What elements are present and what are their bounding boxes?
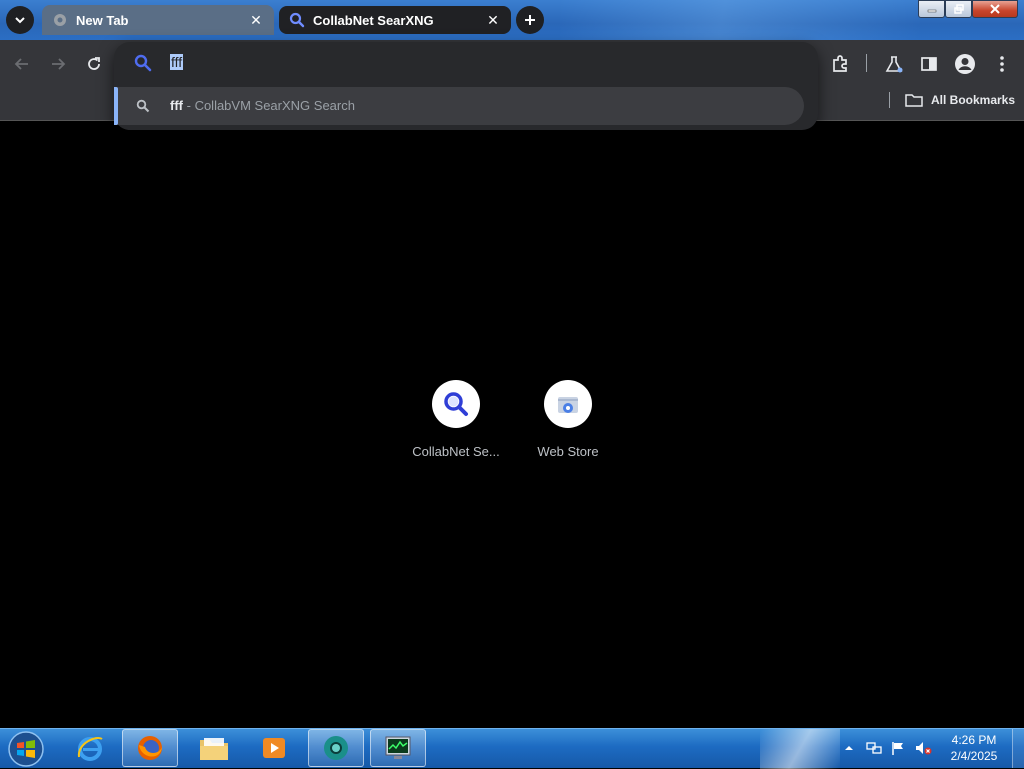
menu-button[interactable] bbox=[988, 50, 1016, 78]
tab-new-tab[interactable]: New Tab ✕ bbox=[42, 5, 274, 35]
omnibox-suggestion[interactable]: fff - CollabVM SearXNG Search bbox=[114, 87, 804, 125]
tray-volume[interactable] bbox=[914, 732, 932, 764]
chromium-icon bbox=[324, 736, 348, 760]
bookmarks-separator bbox=[889, 92, 890, 108]
chevron-up-icon bbox=[845, 746, 853, 750]
flask-icon bbox=[885, 56, 903, 73]
search-icon bbox=[289, 12, 305, 28]
taskbar-internet-explorer[interactable] bbox=[62, 729, 118, 767]
windows-logo-icon bbox=[8, 731, 44, 767]
reload-button[interactable] bbox=[82, 52, 106, 76]
more-vert-icon bbox=[1000, 56, 1004, 72]
tray-overflow-button[interactable] bbox=[844, 732, 854, 764]
shortcut-tile bbox=[432, 380, 480, 428]
media-player-icon bbox=[263, 738, 285, 758]
shortcut-label: Web Store bbox=[537, 444, 599, 459]
close-tab-icon[interactable]: ✕ bbox=[485, 12, 501, 28]
shortcut-label: CollabNet Se... bbox=[412, 444, 500, 459]
folder-icon bbox=[905, 93, 923, 107]
chrome-icon bbox=[52, 12, 68, 28]
toolbar-separator bbox=[866, 54, 867, 72]
clock-date: 2/4/2025 bbox=[950, 749, 998, 763]
shortcut-tile bbox=[544, 380, 592, 428]
start-button[interactable] bbox=[6, 730, 46, 768]
task-manager-icon bbox=[385, 736, 411, 759]
search-icon bbox=[134, 54, 152, 72]
arrow-left-icon bbox=[14, 58, 28, 70]
omnibox-popup: fff fff - CollabVM SearXNG Search bbox=[114, 42, 818, 130]
firefox-icon bbox=[138, 736, 162, 760]
taskbar-media-player[interactable] bbox=[246, 729, 302, 767]
chevron-down-icon bbox=[15, 17, 25, 24]
tab-collabnet-searxng[interactable]: CollabNet SearXNG ✕ bbox=[279, 6, 511, 34]
restore-button[interactable] bbox=[945, 0, 972, 18]
network-icon bbox=[866, 742, 882, 754]
tab-title: CollabNet SearXNG bbox=[313, 12, 434, 28]
minimize-button[interactable] bbox=[918, 0, 945, 18]
profile-button[interactable] bbox=[951, 50, 979, 78]
web-store-icon bbox=[558, 397, 578, 413]
forward-button[interactable] bbox=[46, 52, 70, 76]
taskbar-chromium[interactable] bbox=[308, 729, 364, 767]
speaker-muted-icon bbox=[916, 742, 932, 755]
flag-icon bbox=[892, 742, 903, 755]
clock-time: 4:26 PM bbox=[951, 733, 997, 747]
restore-icon bbox=[953, 4, 964, 14]
reload-icon bbox=[88, 57, 100, 70]
minimize-icon bbox=[927, 9, 936, 13]
suggestion-separator: - bbox=[183, 98, 195, 113]
suggestion-source: CollabVM SearXNG Search bbox=[194, 98, 355, 113]
taskbar-firefox[interactable] bbox=[122, 729, 178, 767]
omnibox[interactable]: fff bbox=[114, 42, 818, 84]
taskbar-clock[interactable]: 4:26 PM 2/4/2025 bbox=[944, 732, 1004, 764]
tray-action-center[interactable] bbox=[890, 732, 906, 764]
taskbar-task-manager[interactable] bbox=[370, 729, 426, 767]
taskbar-file-explorer[interactable] bbox=[186, 729, 242, 767]
labs-button[interactable] bbox=[880, 50, 908, 78]
plus-icon bbox=[525, 15, 535, 25]
shortcut-web-store[interactable]: Web Store bbox=[518, 380, 618, 459]
puzzle-icon bbox=[833, 55, 847, 72]
search-icon bbox=[136, 99, 150, 113]
close-window-button[interactable] bbox=[972, 0, 1018, 18]
tab-search-button[interactable] bbox=[6, 6, 34, 34]
window-controls bbox=[918, 0, 1018, 18]
omnibox-input[interactable]: fff bbox=[170, 54, 184, 70]
new-tab-button[interactable] bbox=[516, 6, 544, 34]
all-bookmarks-label: All Bookmarks bbox=[931, 93, 1016, 107]
show-desktop-button[interactable] bbox=[1012, 729, 1024, 768]
suggestion-query: fff bbox=[170, 98, 183, 113]
close-icon bbox=[990, 4, 1000, 14]
tray-network[interactable] bbox=[866, 732, 882, 764]
folder-icon bbox=[200, 738, 228, 760]
search-icon bbox=[444, 392, 468, 416]
tab-title: New Tab bbox=[76, 12, 129, 28]
side-panel-button[interactable] bbox=[915, 50, 943, 78]
internet-explorer-icon bbox=[77, 737, 103, 761]
shortcut-collabnet[interactable]: CollabNet Se... bbox=[406, 380, 506, 459]
side-panel-icon bbox=[921, 57, 937, 71]
avatar-icon bbox=[955, 54, 975, 74]
arrow-right-icon bbox=[52, 58, 66, 70]
back-button[interactable] bbox=[10, 52, 34, 76]
all-bookmarks-button[interactable]: All Bookmarks bbox=[905, 90, 1015, 110]
extensions-button[interactable] bbox=[826, 50, 854, 78]
close-tab-icon[interactable]: ✕ bbox=[248, 12, 264, 28]
